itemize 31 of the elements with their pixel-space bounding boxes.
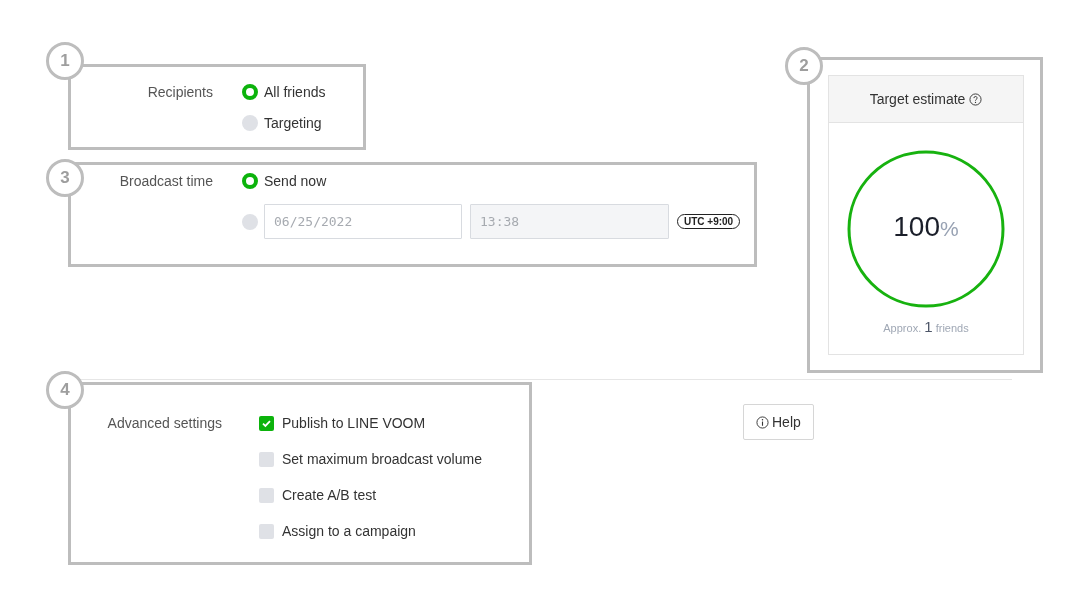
checkbox[interactable]: [259, 487, 274, 503]
radio-button[interactable]: [242, 115, 258, 131]
info-icon: [756, 415, 769, 429]
percent-sign: %: [940, 217, 959, 241]
radio-button[interactable]: [242, 213, 258, 230]
percent-value: 100: [893, 211, 940, 243]
callout-number: 1: [46, 42, 84, 80]
checkbox[interactable]: [259, 451, 274, 467]
field-label: Advanced settings: [106, 414, 222, 432]
card-title: Target estimate: [869, 91, 966, 107]
option-label: Create A/B test: [282, 487, 377, 503]
option-label: Send now: [264, 173, 327, 189]
callout-number: 2: [785, 47, 823, 85]
field-label: Recipients: [146, 83, 213, 101]
time-field[interactable]: 13:38: [470, 204, 669, 239]
option-label: Targeting: [264, 115, 322, 131]
radio-button[interactable]: [242, 173, 258, 189]
option-label: Publish to LINE VOOM: [282, 415, 426, 431]
checkbox[interactable]: [259, 415, 274, 431]
help-icon[interactable]: [969, 92, 983, 106]
checkbox[interactable]: [259, 523, 274, 539]
callout-number: 4: [46, 371, 84, 409]
callout-number: 3: [46, 159, 84, 197]
field-label: Broadcast time: [118, 172, 213, 190]
radio-button[interactable]: [242, 84, 258, 100]
option-label: Assign to a campaign: [282, 523, 416, 539]
option-label: Set maximum broadcast volume: [282, 451, 482, 467]
approx-friends: Approx. 1 friends: [883, 318, 969, 335]
help-button[interactable]: Help: [743, 404, 814, 440]
date-field[interactable]: 06/25/2022: [264, 204, 462, 239]
option-label: All friends: [264, 84, 326, 100]
